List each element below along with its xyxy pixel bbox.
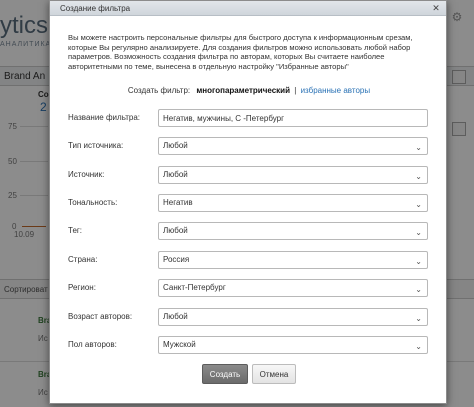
field-source: Источник: Любой ⌄ [68, 166, 430, 184]
field-author-gender: Пол авторов: Мужской ⌄ [68, 336, 430, 354]
region-label: Регион: [68, 283, 96, 292]
filter-mode-multiparam[interactable]: многопараметрический [196, 86, 290, 95]
field-source-type: Тип источника: Любой ⌄ [68, 137, 430, 155]
tag-value: Любой [163, 226, 188, 235]
filter-name-label: Название фильтра: [68, 113, 141, 122]
region-value: Санкт-Петербург [163, 283, 226, 292]
field-country: Страна: Россия ⌄ [68, 251, 430, 269]
filter-mode-separator: | [294, 86, 297, 95]
author-age-value: Любой [163, 312, 188, 321]
close-icon[interactable]: ✕ [430, 3, 442, 14]
source-type-label: Тип источника: [68, 141, 124, 150]
country-value: Россия [163, 255, 190, 264]
field-tonality: Тональность: Негатив ⌄ [68, 194, 430, 212]
field-author-age: Возраст авторов: Любой ⌄ [68, 308, 430, 326]
source-value: Любой [163, 170, 188, 179]
create-button[interactable]: Создать [202, 364, 248, 384]
region-select[interactable]: Санкт-Петербург ⌄ [158, 279, 428, 297]
author-age-label: Возраст авторов: [68, 312, 133, 321]
chevron-down-icon: ⌄ [415, 172, 422, 181]
author-gender-value: Мужской [163, 340, 196, 349]
tag-select[interactable]: Любой ⌄ [158, 222, 428, 240]
source-type-value: Любой [163, 141, 188, 150]
author-gender-select[interactable]: Мужской ⌄ [158, 336, 428, 354]
field-region: Регион: Санкт-Петербург ⌄ [68, 279, 430, 297]
tonality-select[interactable]: Негатив ⌄ [158, 194, 428, 212]
filter-name-input[interactable] [158, 109, 428, 127]
chevron-down-icon: ⌄ [415, 200, 422, 209]
tonality-value: Негатив [163, 198, 193, 207]
chevron-down-icon: ⌄ [415, 228, 422, 237]
cancel-button[interactable]: Отмена [252, 364, 296, 384]
country-select[interactable]: Россия ⌄ [158, 251, 428, 269]
create-filter-dialog: Создание фильтра ✕ Вы можете настроить п… [49, 0, 447, 404]
chevron-down-icon: ⌄ [415, 285, 422, 294]
chevron-down-icon: ⌄ [415, 314, 422, 323]
author-gender-label: Пол авторов: [68, 340, 117, 349]
dialog-titlebar: Создание фильтра ✕ [50, 1, 446, 16]
source-type-select[interactable]: Любой ⌄ [158, 137, 428, 155]
intro-text: Вы можете настроить персональные фильтры… [68, 33, 413, 71]
tonality-label: Тональность: [68, 198, 118, 207]
author-age-select[interactable]: Любой ⌄ [158, 308, 428, 326]
tag-label: Тег: [68, 226, 83, 235]
chevron-down-icon: ⌄ [415, 342, 422, 351]
filter-mode-favorite-authors-link[interactable]: избранные авторы [301, 86, 371, 95]
source-label: Источник: [68, 170, 105, 179]
filter-mode-switch: Создать фильтр: многопараметрический | и… [50, 86, 448, 95]
chevron-down-icon: ⌄ [415, 143, 422, 152]
source-select[interactable]: Любой ⌄ [158, 166, 428, 184]
filter-mode-label: Создать фильтр: [127, 86, 191, 95]
country-label: Страна: [68, 255, 98, 264]
dialog-title: Создание фильтра [60, 4, 131, 13]
chevron-down-icon: ⌄ [415, 257, 422, 266]
field-tag: Тег: Любой ⌄ [68, 222, 430, 240]
field-filter-name: Название фильтра: [68, 109, 430, 127]
